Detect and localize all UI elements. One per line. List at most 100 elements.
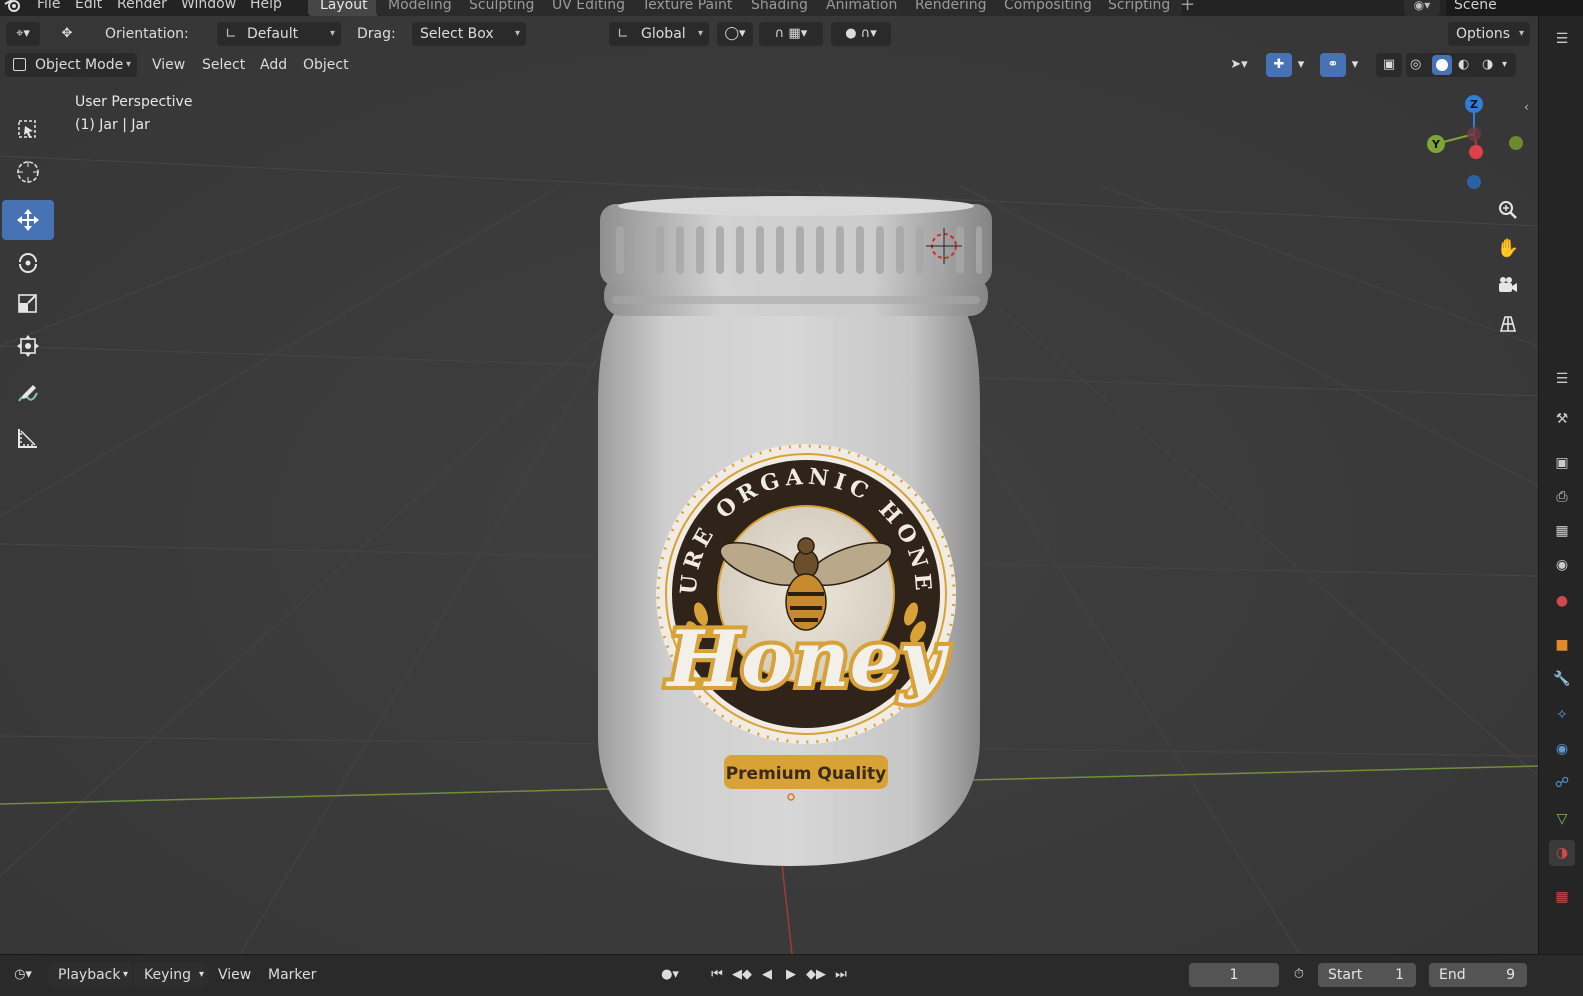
scale-tool[interactable] xyxy=(2,284,54,324)
select-box-tool[interactable] xyxy=(2,110,54,150)
sidebar-toggle-chevron-icon[interactable]: ‹ xyxy=(1524,100,1529,114)
data-properties-icon[interactable]: ▽ xyxy=(1549,806,1575,832)
tab-scripting[interactable]: Scripting xyxy=(1096,0,1183,16)
jump-next-keyframe-icon[interactable]: ◆▶ xyxy=(803,963,829,987)
camera-view-icon[interactable] xyxy=(1492,270,1524,302)
solid-shading-icon[interactable] xyxy=(1432,55,1452,75)
object-properties-icon[interactable]: ■ xyxy=(1549,632,1575,658)
timeline-view-menu[interactable]: View xyxy=(218,963,251,987)
scene-name-field[interactable]: Scene xyxy=(1446,0,1583,16)
current-frame-field[interactable]: 1 xyxy=(1189,963,1279,987)
timeline-header: ◷▾ Playback ▾ Keying ▾ View Marker ●▾ ⏮ ◀◆… xyxy=(0,954,1583,996)
show-overlays-button[interactable]: ⚭ xyxy=(1320,53,1346,77)
menu-window[interactable]: Window xyxy=(181,0,236,12)
particle-properties-icon[interactable]: ✧ xyxy=(1549,702,1575,728)
cursor-tool[interactable] xyxy=(2,152,54,192)
menu-help[interactable]: Help xyxy=(250,0,282,12)
tab-rendering[interactable]: Rendering xyxy=(903,0,999,16)
view-layer-properties-icon[interactable]: ▦ xyxy=(1549,518,1575,544)
material-properties-icon[interactable]: ◑ xyxy=(1549,840,1575,866)
end-frame-field[interactable]: End 9 xyxy=(1429,963,1527,987)
ortho-perspective-toggle-icon[interactable] xyxy=(1492,308,1524,340)
orientation-dropdown[interactable]: ∟ Default ▾ xyxy=(217,22,341,46)
material-preview-icon[interactable]: ◐ xyxy=(1458,53,1469,77)
shading-options-chevron-icon[interactable]: ▾ xyxy=(1502,53,1507,77)
keying-menu[interactable]: Keying ▾ xyxy=(134,963,208,987)
mode-dropdown[interactable]: Object Mode ▾ xyxy=(5,53,137,77)
xray-toggle-icon[interactable]: ▣ xyxy=(1376,53,1402,77)
tab-shading[interactable]: Shading xyxy=(739,0,820,16)
tab-compositing[interactable]: Compositing xyxy=(992,0,1104,16)
marker-menu[interactable]: Marker xyxy=(268,963,316,987)
rotate-tool[interactable] xyxy=(2,242,54,282)
gizmo-options-chevron-icon[interactable]: ▾ xyxy=(1292,53,1310,77)
viewport-menu-add[interactable]: Add xyxy=(252,53,295,77)
properties-toggle-icon[interactable]: ☰ xyxy=(1549,366,1575,392)
play-reverse-icon[interactable]: ◀ xyxy=(754,963,780,987)
chevron-down-icon: ▾ xyxy=(1518,28,1524,39)
jump-prev-keyframe-icon[interactable]: ◀◆ xyxy=(729,963,755,987)
tab-modeling[interactable]: Modeling xyxy=(376,0,464,16)
selectability-visibility-button[interactable]: ➤▾ xyxy=(1220,53,1258,77)
3d-viewport[interactable]: ⌖▾ ✥ Orientation: ∟ Default ▾ Drag: Sele… xyxy=(0,16,1538,954)
properties-tab-strip: ☰ ☰ ⚒ ▣ ⎙ ▦ ◉ ● ■ 🔧 ✧ ◉ ☍ ▽ ◑ ▦ xyxy=(1538,16,1583,954)
chevron-down-icon: ▾ xyxy=(329,28,335,39)
transform-tool[interactable] xyxy=(2,326,54,366)
scene-properties-icon[interactable]: ◉ xyxy=(1549,552,1575,578)
jump-to-start-icon[interactable]: ⏮ xyxy=(704,963,730,987)
wireframe-shading-icon[interactable]: ◎ xyxy=(1410,53,1421,77)
viewport-menu-view[interactable]: View xyxy=(144,53,193,77)
jump-to-end-icon[interactable]: ⏭ xyxy=(828,963,854,987)
tab-sculpting[interactable]: Sculpting xyxy=(457,0,547,16)
preview-range-stopwatch-icon[interactable]: ⏱ xyxy=(1286,963,1312,987)
play-icon[interactable]: ▶ xyxy=(778,963,804,987)
transform-orientation-dropdown[interactable]: ∟ Global ▾ xyxy=(609,22,709,46)
menu-file[interactable]: File xyxy=(37,0,60,12)
viewport-menu-select[interactable]: Select xyxy=(194,53,253,77)
timeline-editor-type-icon[interactable]: ◷▾ xyxy=(4,963,42,987)
playback-menu[interactable]: Playback ▾ xyxy=(48,963,132,987)
scene-selector-icon[interactable]: ◉▾ xyxy=(1404,0,1440,16)
texture-properties-icon[interactable]: ▦ xyxy=(1549,884,1575,910)
global-axes-icon: ∟ xyxy=(617,26,629,42)
navigation-gizmo[interactable]: Z Y xyxy=(1420,92,1530,192)
render-properties-icon[interactable]: ▣ xyxy=(1549,450,1575,476)
output-properties-icon[interactable]: ⎙ xyxy=(1549,484,1575,510)
proportional-editing-button[interactable]: ● ∩▾ xyxy=(831,22,891,46)
snapping-button[interactable]: ∩ ▦▾ xyxy=(759,22,823,46)
scale-icon xyxy=(18,294,37,313)
drag-dropdown[interactable]: Select Box ▾ xyxy=(412,22,526,46)
options-dropdown[interactable]: Options ▾ xyxy=(1448,22,1530,46)
add-workspace-button[interactable]: + xyxy=(1180,0,1195,16)
orientation-value: Default xyxy=(247,26,299,42)
editor-type-button[interactable]: ⌖▾ xyxy=(6,22,40,46)
honey-wordmark-fill: Honey xyxy=(665,614,949,705)
world-properties-icon[interactable]: ● xyxy=(1549,588,1575,614)
menu-render[interactable]: Render xyxy=(117,0,167,12)
constraint-properties-icon[interactable]: ☍ xyxy=(1549,770,1575,796)
blender-logo-icon[interactable] xyxy=(4,0,22,14)
annotate-tool[interactable] xyxy=(2,374,54,414)
overlay-options-chevron-icon[interactable]: ▾ xyxy=(1346,53,1364,77)
auto-keying-record-icon[interactable]: ●▾ xyxy=(648,963,692,987)
pivot-point-button[interactable]: ◯▾ xyxy=(717,22,753,46)
drag-label: Drag: xyxy=(357,26,396,42)
start-frame-field[interactable]: Start 1 xyxy=(1318,963,1416,987)
modifier-properties-icon[interactable]: 🔧 xyxy=(1549,666,1575,692)
tab-layout[interactable]: Layout xyxy=(308,0,380,16)
rendered-shading-icon[interactable]: ◑ xyxy=(1482,53,1493,77)
viewport-menu-object[interactable]: Object xyxy=(295,53,357,77)
pan-hand-icon[interactable]: ✋ xyxy=(1492,232,1524,264)
tab-animation[interactable]: Animation xyxy=(814,0,910,16)
zoom-icon[interactable] xyxy=(1492,194,1524,226)
physics-properties-icon[interactable]: ◉ xyxy=(1549,736,1575,762)
show-gizmo-button[interactable]: ✚ xyxy=(1266,53,1292,77)
menu-edit[interactable]: Edit xyxy=(75,0,102,12)
tool-properties-icon[interactable]: ⚒ xyxy=(1549,406,1575,432)
outliner-toggle-icon[interactable]: ☰ xyxy=(1549,26,1575,52)
move-tool[interactable] xyxy=(2,200,54,240)
honey-jar-object[interactable]: PURE ORGANIC HONEY Honey Honey Premium Q… xyxy=(560,176,1020,876)
tab-uv-editing[interactable]: UV Editing xyxy=(540,0,638,16)
tab-texture-paint[interactable]: Texture Paint xyxy=(630,0,745,16)
measure-tool[interactable] xyxy=(2,418,54,458)
